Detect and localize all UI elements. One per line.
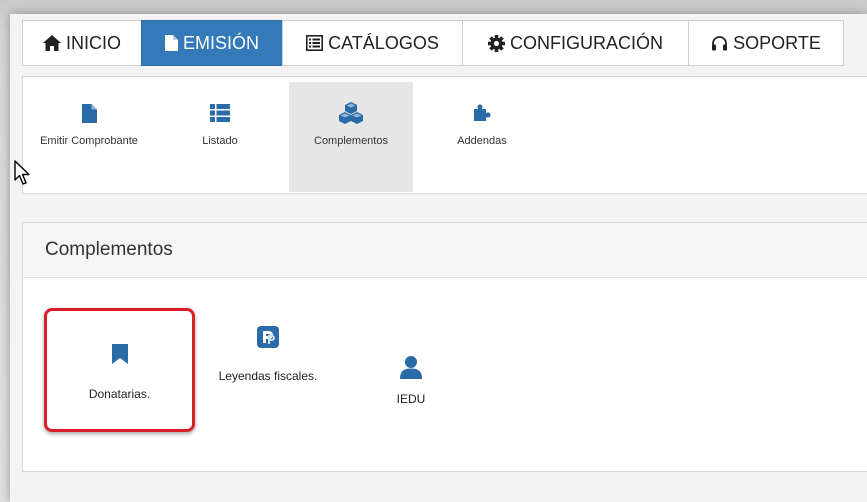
product-hunt-icon: [257, 325, 279, 349]
file-icon: [164, 35, 178, 51]
complemento-leyendas-fiscales[interactable]: Leyendas fiscales.: [198, 325, 338, 435]
file-icon: [81, 102, 97, 124]
toolbar-item-label: Complementos: [314, 135, 388, 147]
toolbar-item-complementos[interactable]: Complementos: [289, 82, 413, 192]
home-icon: [42, 35, 61, 51]
complemento-label: IEDU: [396, 392, 426, 406]
tab-catalogos-label: CATÁLOGOS: [328, 32, 439, 53]
complemento-iedu[interactable]: IEDU: [341, 355, 481, 465]
toolbar-item-listado[interactable]: Listado: [158, 82, 282, 192]
tab-configuracion[interactable]: CONFIGURACIÓN: [462, 20, 689, 66]
toolbar-item-label: Addendas: [457, 135, 507, 147]
tab-inicio[interactable]: INICIO: [22, 20, 142, 66]
list-alt-icon: [306, 35, 324, 51]
complemento-label: Leyendas fiscales.: [218, 369, 318, 383]
main-nav: INICIO EMISIÓN CATÁLOGOS CONFIGURACIÓN S…: [22, 20, 844, 68]
panel-title: Complementos: [23, 223, 867, 278]
toolbar-item-label: Listado: [202, 135, 238, 147]
mouse-cursor-icon: [14, 160, 32, 191]
user-icon: [400, 355, 422, 379]
bookmark-icon: [111, 342, 128, 366]
gear-icon: [488, 34, 505, 52]
cubes-icon: [338, 102, 364, 124]
list-icon: [210, 102, 230, 124]
tab-catalogos[interactable]: CATÁLOGOS: [282, 20, 463, 66]
complementos-panel: Complementos Donatarias. Leyendas fiscal…: [22, 222, 867, 472]
toolbar-item-emitir-comprobante[interactable]: Emitir Comprobante: [27, 82, 151, 192]
complemento-label: Donatarias.: [88, 387, 151, 401]
toolbar-item-label: Emitir Comprobante: [40, 135, 138, 147]
complemento-donatarias[interactable]: Donatarias.: [44, 308, 195, 432]
emision-toolbar: Emitir Comprobante Listado Complementos …: [22, 76, 867, 194]
tab-soporte[interactable]: SOPORTE: [688, 20, 844, 66]
tab-configuracion-label: CONFIGURACIÓN: [510, 32, 663, 53]
puzzle-icon: [471, 102, 493, 124]
tab-inicio-label: INICIO: [65, 32, 121, 53]
headphones-icon: [711, 35, 728, 51]
toolbar-item-addendas[interactable]: Addendas: [420, 82, 544, 192]
tab-emision-label: EMISIÓN: [182, 32, 259, 53]
tab-emision[interactable]: EMISIÓN: [141, 20, 283, 66]
tab-soporte-label: SOPORTE: [733, 32, 821, 53]
